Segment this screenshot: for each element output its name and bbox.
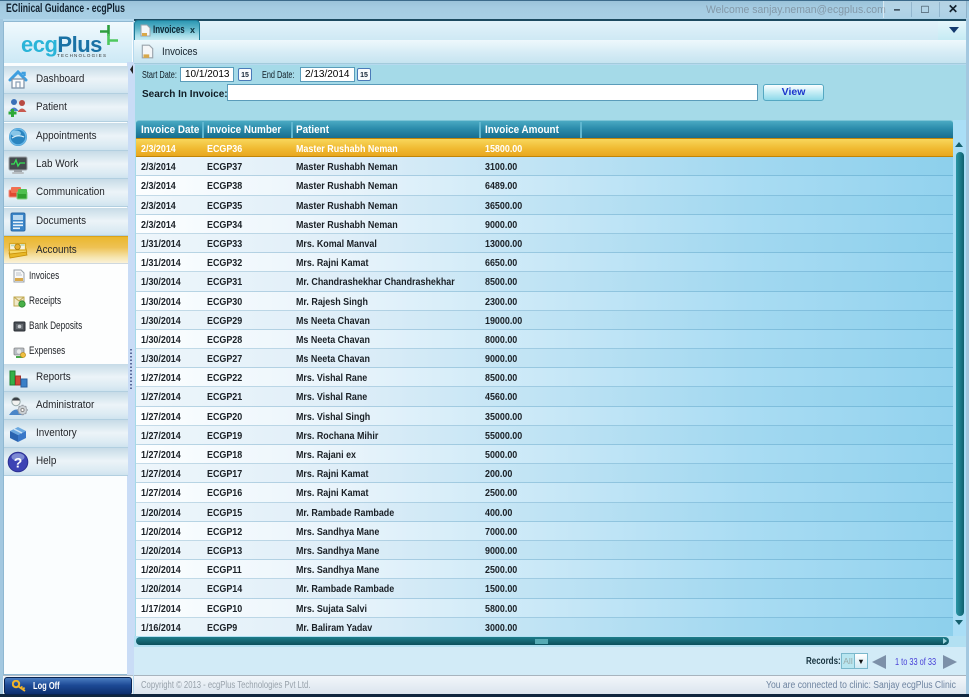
svg-text:?: ? bbox=[14, 455, 23, 471]
